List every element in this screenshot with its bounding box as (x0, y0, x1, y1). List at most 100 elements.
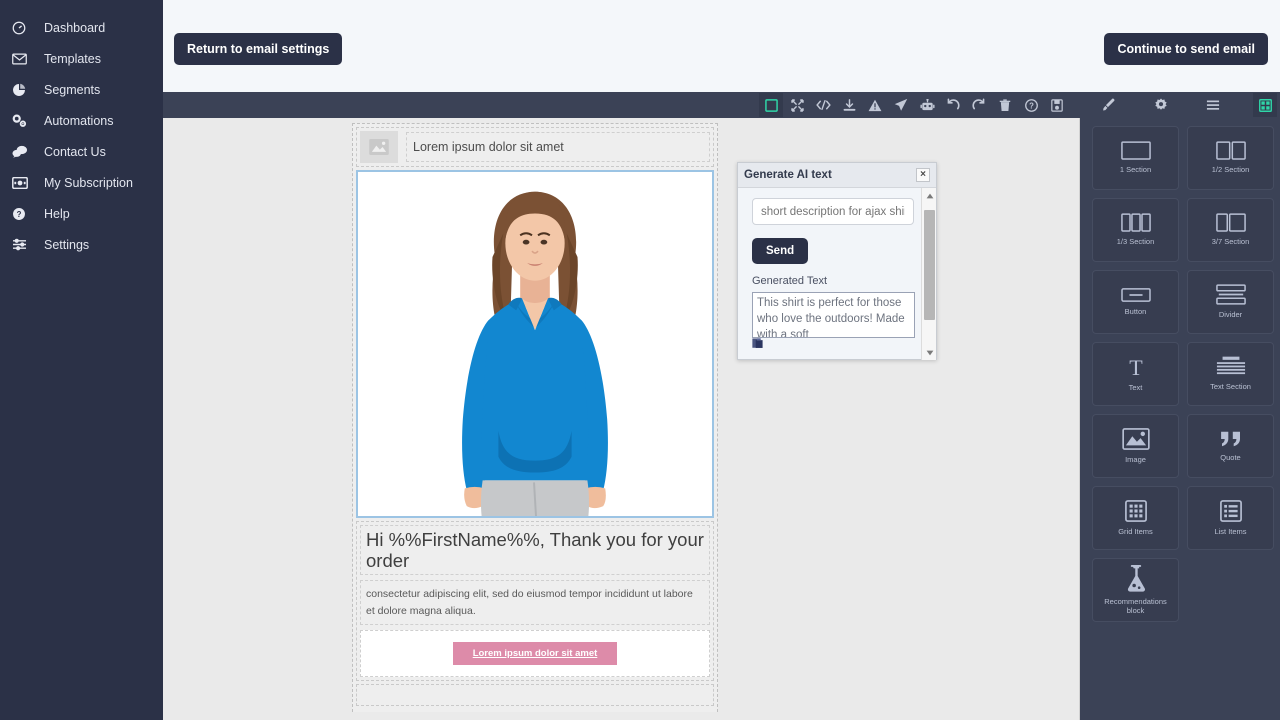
menu-icon[interactable] (1201, 93, 1225, 117)
one-section-icon (1120, 141, 1151, 160)
email-document: Lorem ipsum dolor sit amet Hi %%FirstNam… (352, 123, 718, 712)
block-quote[interactable]: Quote (1187, 414, 1274, 478)
download-icon[interactable] (837, 93, 861, 117)
sidebar-item-label: Segments (44, 82, 101, 97)
sidebar-item-my-subscription[interactable]: My Subscription (0, 167, 163, 198)
brush-icon[interactable] (1097, 93, 1121, 117)
list-items-icon (1219, 499, 1242, 522)
email-cta-wrapper[interactable]: Lorem ipsum dolor sit amet (360, 629, 710, 677)
email-empty-section[interactable] (356, 683, 714, 706)
block-divider[interactable]: Divider (1187, 270, 1274, 334)
sidebar-item-contact-us[interactable]: Contact Us (0, 136, 163, 167)
gear-icon[interactable] (1149, 93, 1173, 117)
email-heading[interactable]: Hi %%FirstName%%, Thank you for your ord… (360, 525, 710, 576)
third-section-icon (1120, 213, 1151, 232)
sidebar-item-label: Contact Us (44, 144, 106, 159)
image-placeholder-icon[interactable] (360, 131, 398, 163)
help-icon[interactable]: ? (1019, 93, 1043, 117)
envelope-icon (12, 51, 34, 67)
generate-ai-text-dialog[interactable]: Generate AI text × Send Generated Text T… (737, 162, 937, 360)
ai-scrollbar-thumb[interactable] (924, 210, 935, 320)
block-label: 1/3 Section (1116, 237, 1155, 247)
sidebar-item-label: Settings (44, 237, 90, 252)
email-cta-button[interactable]: Lorem ipsum dolor sit amet (452, 641, 618, 665)
editor-toolbar: ? (163, 92, 1280, 118)
text-section-icon (1216, 356, 1246, 377)
scroll-down-icon[interactable] (922, 345, 937, 360)
divider-icon (1215, 284, 1246, 305)
sidebar-item-segments[interactable]: Segments (0, 74, 163, 105)
sidebar-item-help[interactable]: ? Help (0, 198, 163, 229)
block-label: Grid Items (1118, 526, 1153, 536)
fullscreen-icon[interactable] (785, 93, 809, 117)
email-paragraph[interactable]: consectetur adipiscing elit, sed do eius… (360, 580, 710, 625)
svg-text:T: T (1129, 356, 1143, 378)
block-action-toolbar (639, 170, 713, 171)
ai-send-button[interactable]: Send (752, 238, 809, 264)
block-half-section[interactable]: 1/2 Section (1187, 126, 1274, 190)
block-button[interactable]: Button (1092, 270, 1179, 334)
send-icon[interactable] (889, 93, 913, 117)
trash-icon[interactable] (993, 93, 1017, 117)
email-canvas[interactable]: Lorem ipsum dolor sit amet Hi %%FirstNam… (163, 118, 1080, 720)
block-label: 3/7 Section (1211, 237, 1250, 247)
sliders-icon (12, 237, 34, 253)
delete-icon[interactable] (693, 170, 710, 171)
block-three-seven-section[interactable]: 3/7 Section (1187, 198, 1274, 262)
top-bar: Return to email settings Continue to sen… (163, 0, 1280, 92)
block-image[interactable]: Image (1092, 414, 1179, 478)
image-icon (1121, 427, 1150, 450)
block-third-section[interactable]: 1/3 Section (1092, 198, 1179, 262)
sidebar-item-dashboard[interactable]: Dashboard (0, 12, 163, 43)
block-label: List Items (1214, 526, 1247, 536)
ai-dialog-scrollbar[interactable] (921, 188, 936, 360)
email-text-section[interactable]: Hi %%FirstName%%, Thank you for your ord… (356, 521, 714, 681)
sidebar-item-automations[interactable]: Automations (0, 105, 163, 136)
sidebar-item-templates[interactable]: Templates (0, 43, 163, 74)
pie-chart-icon (12, 82, 34, 98)
warning-icon[interactable] (863, 93, 887, 117)
block-recommendations[interactable]: Recommendations block (1092, 558, 1179, 622)
ai-dialog-header: Generate AI text × (738, 163, 936, 188)
undo-icon[interactable] (941, 93, 965, 117)
grid-items-icon (1124, 499, 1147, 522)
sidebar-item-label: Dashboard (44, 20, 106, 35)
copy-icon[interactable] (752, 337, 765, 355)
code-icon[interactable] (811, 93, 835, 117)
app-root: Dashboard Templates Segments Automations… (0, 0, 1280, 720)
return-to-email-settings-button[interactable]: Return to email settings (174, 33, 343, 65)
duplicate-icon[interactable] (676, 170, 693, 171)
blocks-panel: 1 Section 1/2 Section 1/3 Section 3/7 Se… (1080, 118, 1280, 720)
block-1-section[interactable]: 1 Section (1092, 126, 1179, 190)
quote-icon (1219, 430, 1243, 448)
ai-generated-text-output[interactable]: This shirt is perfect for those who love… (752, 292, 915, 338)
block-label: Quote (1220, 452, 1241, 462)
ai-dialog-body: Send Generated Text This shirt is perfec… (738, 188, 936, 360)
block-text[interactable]: T Text (1092, 342, 1179, 406)
sidebar-item-settings[interactable]: Settings (0, 229, 163, 260)
block-grid-items[interactable]: Grid Items (1092, 486, 1179, 550)
save-icon[interactable] (1045, 93, 1069, 117)
block-label: Text Section (1210, 382, 1251, 392)
email-image-block[interactable] (356, 170, 714, 518)
block-label: Button (1124, 306, 1147, 316)
block-list-items[interactable]: List Items (1187, 486, 1274, 550)
move-up-icon[interactable] (642, 170, 659, 171)
robot-icon[interactable] (915, 93, 939, 117)
email-header-text[interactable]: Lorem ipsum dolor sit amet (406, 132, 710, 162)
product-model-photo (363, 172, 707, 516)
preview-icon[interactable] (759, 93, 783, 117)
redo-icon[interactable] (967, 93, 991, 117)
block-text-section[interactable]: Text Section (1187, 342, 1274, 406)
block-label: Divider (1218, 310, 1243, 320)
continue-to-send-email-button[interactable]: Continue to send email (1104, 33, 1268, 65)
block-label: Text (1128, 382, 1143, 392)
sidebar-item-label: Automations (44, 113, 114, 128)
scroll-up-icon[interactable] (922, 188, 937, 203)
ai-prompt-input[interactable] (752, 198, 914, 225)
block-label: Image (1125, 454, 1146, 464)
grid-icon[interactable] (1253, 93, 1277, 117)
email-header-section[interactable]: Lorem ipsum dolor sit amet (356, 127, 714, 167)
close-icon[interactable]: × (916, 168, 930, 182)
drag-move-icon[interactable] (659, 170, 676, 171)
